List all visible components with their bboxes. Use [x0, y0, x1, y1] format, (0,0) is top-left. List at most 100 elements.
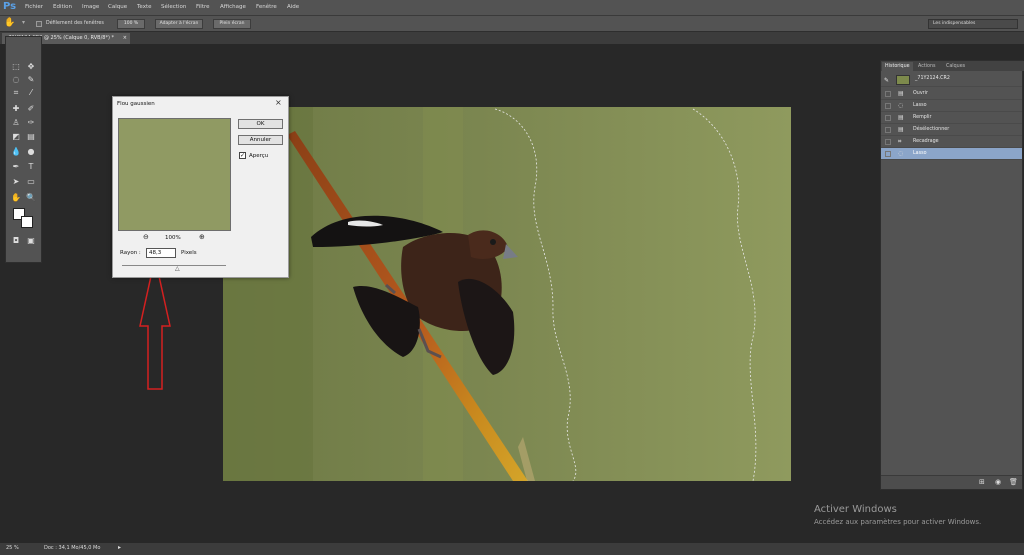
status-doc-size: Doc : 34,1 Mo/45,0 Mo [44, 545, 101, 551]
history-item-label: Recadrage [913, 139, 939, 144]
shape-tool-icon[interactable]: ▭ [25, 176, 37, 187]
history-item-recadrage[interactable]: ⌗ Recadrage [881, 136, 1022, 148]
gaussian-blur-dialog: Flou gaussien × OK Annuler ✓ Aperçu ⊖ 10… [112, 96, 289, 278]
menu-image[interactable]: Image [82, 4, 99, 10]
photoshop-logo[interactable]: Ps [3, 1, 16, 12]
menu-filtre[interactable]: Filtre [196, 4, 210, 10]
history-brush-tool-icon[interactable]: ✑ [25, 117, 37, 128]
crop-tool-icon[interactable]: ⌗ [10, 87, 22, 98]
document-icon: ▤ [898, 90, 904, 97]
background-color-swatch[interactable] [21, 216, 33, 228]
radius-label: Rayon : [120, 250, 141, 256]
history-item-deselectionner[interactable]: ▤ Désélectionner [881, 124, 1022, 136]
close-icon[interactable]: × [275, 98, 282, 107]
quick-select-tool-icon[interactable]: ✎ [25, 74, 37, 85]
lasso-tool-icon[interactable]: ◌ [10, 74, 22, 85]
zoom-100-button[interactable]: 100 % [117, 19, 145, 29]
activation-watermark-subtitle: Accédez aux paramètres pour activer Wind… [814, 518, 982, 526]
history-item-label: Remplir [913, 115, 932, 120]
tool-preset-dropdown-icon[interactable]: ▾ [22, 19, 25, 26]
lasso-icon: ◌ [898, 102, 904, 109]
scroll-all-checkbox[interactable] [36, 21, 42, 27]
preview-area[interactable] [118, 118, 231, 231]
brush-source-icon[interactable]: ✎ [884, 75, 889, 87]
history-item-label: Lasso [913, 103, 927, 108]
healing-brush-tool-icon[interactable]: ✚ [10, 103, 22, 114]
zoom-in-icon[interactable]: ⊕ [199, 233, 205, 241]
history-snapshot[interactable]: ✎ _71Y2124.CR2 [881, 73, 1022, 87]
path-select-tool-icon[interactable]: ➤ [10, 176, 22, 187]
ok-button[interactable]: OK [238, 119, 283, 129]
menu-fichier[interactable]: Fichier [25, 4, 43, 10]
quick-mask-icon[interactable]: ◘ [10, 235, 22, 246]
screen-mode-icon[interactable]: ▣ [25, 235, 37, 246]
new-document-from-state-icon[interactable]: ⊞ [979, 478, 985, 486]
status-bar: 25 % Doc : 34,1 Mo/45,0 Mo ▸ [0, 543, 1024, 555]
gradient-tool-icon[interactable]: ▤ [25, 131, 37, 142]
menu-aide[interactable]: Aide [287, 4, 299, 10]
type-tool-icon[interactable]: T [25, 161, 37, 172]
preview-checkbox[interactable]: ✓ [239, 152, 246, 159]
radius-slider-thumb[interactable]: △ [175, 266, 180, 272]
camera-snapshot-icon[interactable]: ◉ [995, 478, 1001, 486]
hand-tool-icon[interactable]: ✋ [10, 192, 22, 203]
menu-texte[interactable]: Texte [137, 4, 152, 10]
document-canvas[interactable] [223, 107, 791, 481]
workspace-select[interactable]: Les indispensables [928, 19, 1018, 29]
tab-calques[interactable]: Calques [943, 62, 968, 71]
menu-fenetre[interactable]: Fenêtre [256, 4, 277, 10]
blur-tool-icon[interactable]: 💧 [10, 146, 22, 157]
menu-edition[interactable]: Edition [53, 4, 72, 10]
history-item-remplir[interactable]: ▤ Remplir [881, 112, 1022, 124]
move-tool-icon[interactable]: ✥ [25, 61, 37, 72]
status-zoom[interactable]: 25 % [6, 545, 19, 551]
radius-slider-track[interactable] [122, 265, 226, 266]
close-tab-icon[interactable]: × [123, 33, 127, 43]
tab-actions[interactable]: Actions [915, 62, 939, 71]
stamp-tool-icon[interactable]: ♙ [10, 117, 22, 128]
fit-screen-button[interactable]: Adapter à l'écran [155, 19, 203, 29]
history-checkbox[interactable] [885, 91, 891, 97]
toolbox: ⬚ ✥ ◌ ✎ ⌗ ⁄ ✚ ✐ ♙ ✑ ◩ ▤ 💧 ● ✒ T ➤ ▭ ✋ 🔍 … [5, 36, 42, 263]
document-icon: ▤ [898, 126, 904, 133]
history-checkbox[interactable] [885, 139, 891, 145]
brush-tool-icon[interactable]: ✐ [25, 103, 37, 114]
panel-footer: ⊞ ◉ 🗑 [881, 475, 1022, 489]
history-item-label: Ouvrir [913, 91, 928, 96]
history-item-ouvrir[interactable]: ▤ Ouvrir [881, 88, 1022, 100]
tab-historique[interactable]: Historique [882, 62, 913, 71]
cancel-button[interactable]: Annuler [238, 135, 283, 145]
hand-tool-icon[interactable]: ✋ [4, 18, 15, 28]
radius-input[interactable]: 48,3 [146, 248, 176, 258]
history-checkbox[interactable] [885, 127, 891, 133]
eyedropper-tool-icon[interactable]: ⁄ [25, 87, 37, 98]
history-checkbox[interactable] [885, 103, 891, 109]
status-menu-arrow-icon[interactable]: ▸ [118, 544, 121, 551]
preview-label: Aperçu [249, 153, 269, 159]
dodge-tool-icon[interactable]: ● [25, 146, 37, 157]
menu-calque[interactable]: Calque [108, 4, 127, 10]
zoom-tool-icon[interactable]: 🔍 [25, 192, 37, 203]
history-item-label: Lasso [913, 151, 927, 156]
lasso-icon: ◌ [898, 150, 904, 157]
history-item-lasso[interactable]: ◌ Lasso [881, 100, 1022, 112]
snapshot-label: _71Y2124.CR2 [915, 76, 950, 81]
menu-selection[interactable]: Sélection [161, 4, 186, 10]
snapshot-thumbnail [896, 75, 910, 85]
radius-unit: Pixels [181, 250, 197, 256]
document-tab-bar: _71Y2124.CR2 @ 25% (Calque 0, RVB/8*) * … [0, 32, 1024, 44]
fill-screen-button[interactable]: Plein écran [213, 19, 251, 29]
crop-icon: ⌗ [898, 138, 902, 145]
trash-icon[interactable]: 🗑 [1009, 478, 1018, 486]
history-checkbox[interactable] [885, 151, 891, 157]
eraser-tool-icon[interactable]: ◩ [10, 131, 22, 142]
menu-affichage[interactable]: Affichage [220, 4, 246, 10]
panel-tabs: Historique Actions Calques [881, 61, 1024, 71]
history-checkbox[interactable] [885, 115, 891, 121]
pen-tool-icon[interactable]: ✒ [10, 161, 22, 172]
marquee-tool-icon[interactable]: ⬚ [10, 61, 22, 72]
history-item-lasso-selected[interactable]: ◌ Lasso [881, 148, 1022, 160]
options-bar: ✋ ▾ Défilement des fenêtres 100 % Adapte… [0, 16, 1024, 32]
zoom-out-icon[interactable]: ⊖ [143, 233, 149, 241]
document-icon: ▤ [898, 114, 904, 121]
